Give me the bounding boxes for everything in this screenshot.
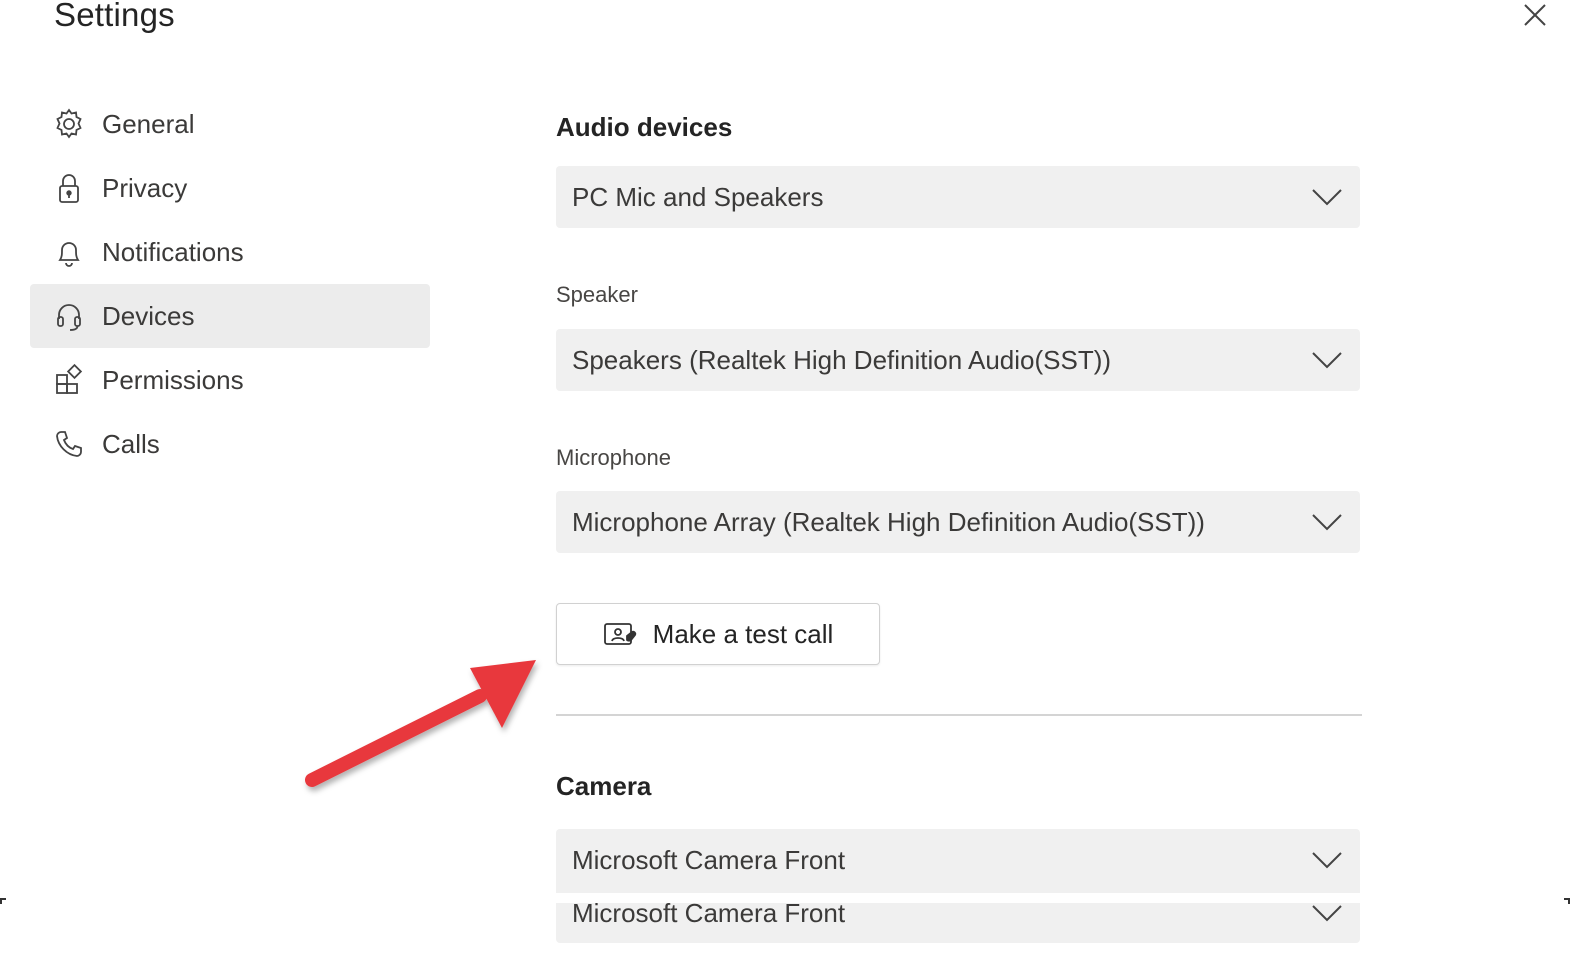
nav-label: Permissions bbox=[102, 364, 244, 395]
camera-heading: Camera bbox=[556, 771, 652, 801]
nav-item-devices[interactable]: Devices bbox=[30, 284, 430, 348]
dropdown-value: Speakers (Realtek High Definition Audio(… bbox=[572, 344, 1112, 375]
nav-item-general[interactable]: General bbox=[30, 92, 430, 156]
lock-icon bbox=[52, 171, 86, 205]
chevron-down-icon bbox=[1310, 843, 1344, 877]
close-icon bbox=[1524, 4, 1546, 26]
crop-corner-left bbox=[0, 898, 6, 904]
apps-icon bbox=[52, 363, 86, 397]
section-divider bbox=[556, 714, 1362, 716]
nav-label: Notifications bbox=[102, 236, 244, 267]
test-call-icon bbox=[603, 619, 639, 649]
settings-nav: General Privacy Notifications Devices Pe… bbox=[30, 92, 430, 476]
nav-item-calls[interactable]: Calls bbox=[30, 412, 430, 476]
chevron-down-icon bbox=[1310, 180, 1344, 214]
chevron-down-icon bbox=[1310, 343, 1344, 377]
phone-icon bbox=[52, 427, 86, 461]
nav-item-notifications[interactable]: Notifications bbox=[30, 220, 430, 284]
dropdown-value: Microphone Array (Realtek High Definitio… bbox=[572, 506, 1205, 537]
headset-icon bbox=[52, 299, 86, 333]
audio-device-dropdown[interactable]: PC Mic and Speakers bbox=[556, 166, 1360, 228]
speaker-label: Speaker bbox=[556, 282, 638, 307]
dropdown-value: PC Mic and Speakers bbox=[572, 181, 824, 212]
nav-label: General bbox=[102, 108, 195, 139]
microphone-dropdown[interactable]: Microphone Array (Realtek High Definitio… bbox=[556, 491, 1360, 553]
bell-icon bbox=[52, 235, 86, 269]
nav-item-permissions[interactable]: Permissions bbox=[30, 348, 430, 412]
camera-dropdown[interactable]: Microsoft Camera Front bbox=[556, 829, 1360, 891]
gear-icon bbox=[52, 107, 86, 141]
nav-item-privacy[interactable]: Privacy bbox=[30, 156, 430, 220]
screenshot-seam bbox=[0, 893, 1570, 903]
chevron-down-icon bbox=[1310, 505, 1344, 539]
page-title: Settings bbox=[54, 0, 175, 33]
audio-devices-heading: Audio devices bbox=[556, 112, 733, 142]
nav-label: Privacy bbox=[102, 172, 188, 203]
nav-label: Devices bbox=[102, 300, 195, 331]
microphone-label: Microphone bbox=[556, 445, 671, 470]
nav-label: Calls bbox=[102, 428, 160, 459]
camera-dropdown-repeat[interactable]: Microsoft Camera Front bbox=[556, 883, 1360, 943]
crop-corner-right bbox=[1564, 898, 1570, 904]
annotation-arrow-icon bbox=[305, 660, 536, 787]
close-button[interactable] bbox=[1520, 0, 1550, 30]
speaker-dropdown[interactable]: Speakers (Realtek High Definition Audio(… bbox=[556, 329, 1360, 391]
test-call-label: Make a test call bbox=[652, 618, 834, 649]
dropdown-value: Microsoft Camera Front bbox=[572, 844, 846, 875]
make-test-call-button[interactable]: Make a test call bbox=[556, 603, 880, 665]
